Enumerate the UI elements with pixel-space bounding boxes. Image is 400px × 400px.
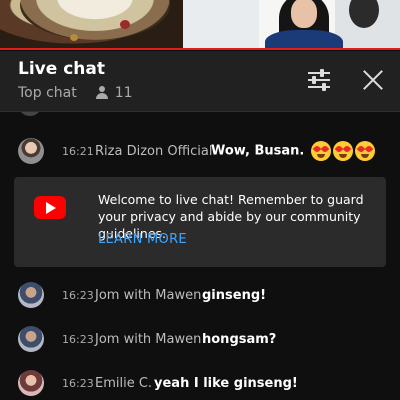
viewer-count-value: 11: [114, 85, 133, 101]
avatar[interactable]: [18, 370, 44, 396]
chat-message: 16:23 Emilie C. yeah I like ginseng!: [0, 370, 400, 396]
message-author[interactable]: Jom with Mawen: [95, 288, 201, 303]
chat-title: Live chat: [18, 59, 105, 79]
learn-more-link[interactable]: LEARN MORE: [98, 232, 187, 247]
person-icon: [95, 86, 109, 100]
video-frame-food: [0, 0, 183, 50]
message-author[interactable]: Jom with Mawen: [95, 332, 201, 347]
message-timestamp: 16:21: [62, 144, 94, 158]
chat-message: 16:23 Jom with Mawen ginseng!: [0, 282, 400, 308]
message-text: hongsam?: [202, 331, 277, 347]
heart-eyes-emoji-icon: [332, 141, 353, 161]
close-icon[interactable]: [360, 67, 386, 93]
message-text: yeah I like ginseng!: [154, 375, 298, 391]
chat-sort-dropdown[interactable]: Top chat: [18, 85, 77, 101]
message-text: Wow, Busan.: [211, 141, 375, 161]
chat-message: 16:21 Riza Dizon Official Wow, Busan.: [0, 138, 400, 164]
chat-message: 16:23 Jom with Mawen hongsam?: [0, 326, 400, 352]
chat-settings-sliders-icon[interactable]: [308, 69, 332, 91]
heart-eyes-emoji-icon: [310, 141, 331, 161]
viewer-count: 11: [95, 85, 133, 101]
message-text: ginseng!: [202, 287, 267, 303]
chat-subtitle-row: Top chat 11: [18, 85, 133, 101]
avatar[interactable]: [18, 282, 44, 308]
message-author[interactable]: Riza Dizon Official: [95, 144, 212, 159]
message-author[interactable]: Emilie C.: [95, 376, 152, 391]
avatar[interactable]: [18, 326, 44, 352]
message-timestamp: 16:23: [62, 332, 94, 346]
chat-header: Live chat Top chat 11: [0, 51, 400, 112]
video-frame-host: [183, 0, 400, 50]
welcome-banner: Welcome to live chat! Remember to guard …: [14, 177, 386, 267]
message-timestamp: 16:23: [62, 376, 94, 390]
video-player[interactable]: [0, 0, 400, 50]
message-timestamp: 16:23: [62, 288, 94, 302]
avatar: [18, 112, 42, 116]
avatar[interactable]: [18, 138, 44, 164]
heart-eyes-emoji-icon: [354, 141, 375, 161]
video-progress-bar[interactable]: [0, 48, 400, 50]
youtube-logo-icon: [34, 196, 66, 219]
